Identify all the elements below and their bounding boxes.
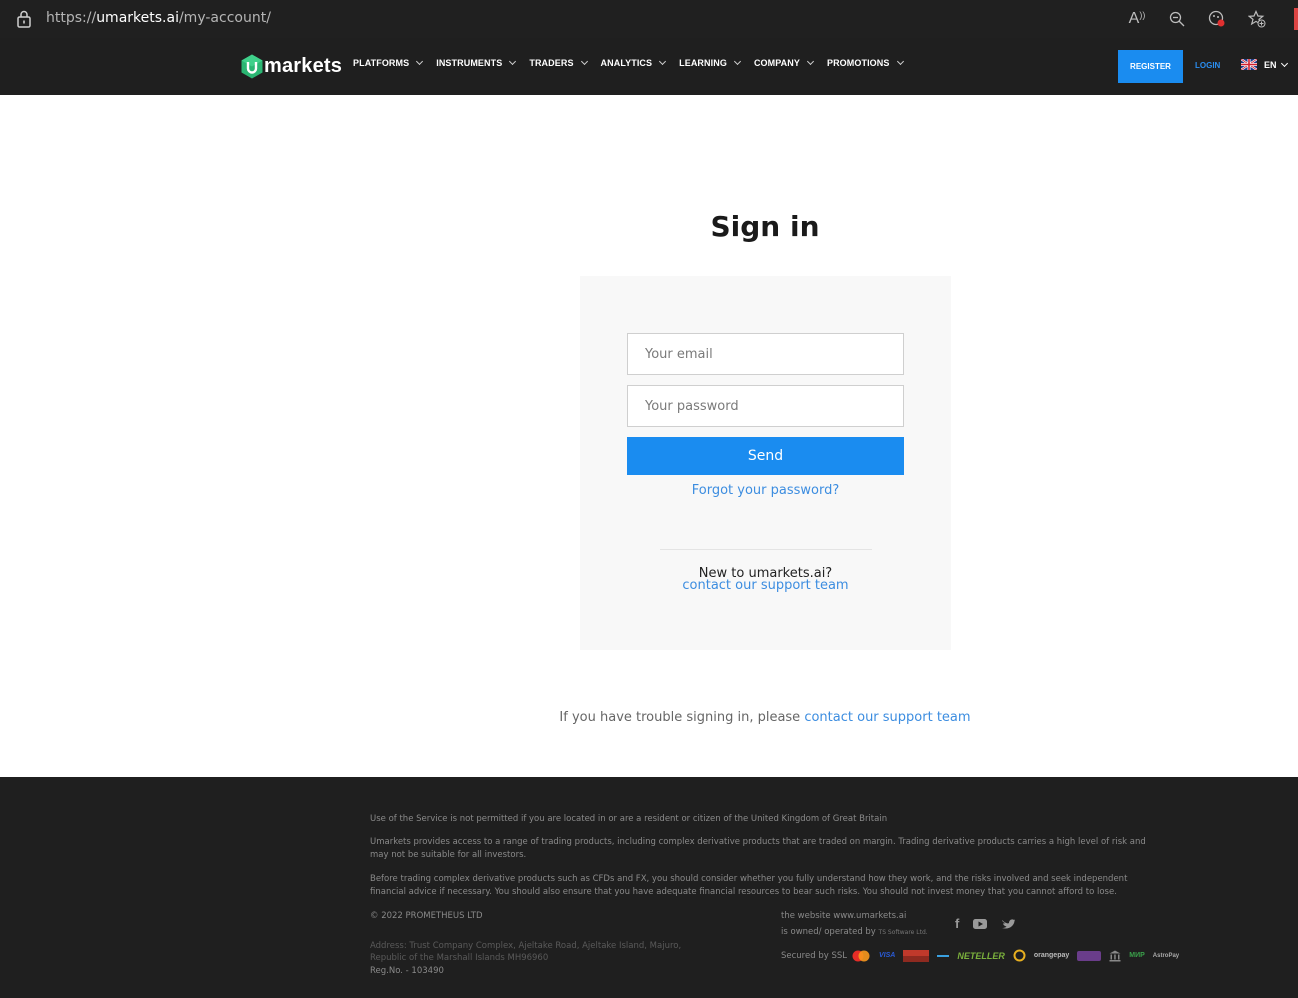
forgot-password-link[interactable]: Forgot your password? [580, 483, 951, 498]
nav-traders[interactable]: TRADERS [529, 57, 588, 68]
nav-label: COMPANY [753, 58, 800, 68]
email-field[interactable] [627, 333, 904, 375]
contact-support-link[interactable]: contact our support team [580, 578, 951, 593]
footer-owner: TS Software Ltd. [878, 929, 928, 936]
nav-label: TRADERS [529, 58, 574, 68]
trouble-text: If you have trouble signing in, please c… [0, 710, 1298, 725]
nav-platforms[interactable]: PLATFORMS [353, 57, 424, 68]
umarkets-logo[interactable]: markets [241, 52, 342, 80]
send-button[interactable]: Send [627, 437, 904, 475]
mastercard-icon [852, 950, 870, 961]
ring-icon [1013, 949, 1026, 962]
nav-analytics[interactable]: ANALYTICS [600, 57, 667, 68]
nav-label: INSTRUMENTS [436, 58, 503, 68]
language-selector[interactable]: EN [1241, 59, 1288, 70]
footer-ssl: Secured by SSL [781, 951, 847, 961]
nav-label: LEARNING [679, 58, 727, 68]
footer-website: the website www.umarkets.ai [781, 911, 907, 921]
twitter-icon[interactable] [1001, 918, 1016, 930]
signin-card: Send Forgot your password? New to umarke… [580, 276, 951, 650]
chevron-down-icon [733, 57, 741, 66]
footer-owned-label: is owned/ operated by [781, 927, 876, 937]
chevron-down-icon [659, 57, 667, 66]
orangepay-logo: orangepay [1033, 952, 1070, 959]
chevron-down-icon [896, 57, 904, 66]
astropay-logo: AstroPay [1152, 952, 1180, 959]
footer-reg-number: Reg.No. - 103490 [370, 966, 444, 976]
payment-methods: VISA NETELLER orangepay МИР AstroPay [851, 949, 1179, 962]
browser-edge-accent [1294, 8, 1298, 30]
logo-hex-icon [241, 54, 263, 78]
nav-learning[interactable]: LEARNING [679, 57, 741, 68]
favorites-icon[interactable] [1246, 8, 1268, 30]
neteller-logo: NETELLER [957, 950, 1005, 961]
register-button[interactable]: REGISTER [1118, 50, 1183, 83]
browser-toolbar: https://umarkets.ai/my-account/ A)) [0, 0, 1298, 38]
amex-icon [903, 949, 930, 962]
chevron-down-icon [580, 57, 588, 66]
footer-copyright: © 2022 PROMETHEUS LTD [370, 911, 483, 921]
uk-flag-icon [1241, 59, 1257, 70]
payment-brand-icon [1077, 950, 1102, 961]
facebook-icon[interactable]: f [955, 916, 959, 931]
visa-logo: VISA [879, 952, 896, 959]
footer-advice-notice: Before trading complex derivative produc… [370, 874, 1128, 897]
footer-uk-notice: Use of the Service is not permitted if y… [370, 814, 888, 824]
zoom-out-icon[interactable] [1166, 8, 1188, 30]
language-label: EN [1264, 59, 1277, 70]
nav-instruments[interactable]: INSTRUMENTS [436, 57, 517, 68]
nav-promotions[interactable]: PROMOTIONS [826, 57, 904, 68]
chevron-down-icon [509, 57, 517, 66]
site-footer: Use of the Service is not permitted if y… [0, 777, 1298, 998]
youtube-icon[interactable] [973, 918, 988, 929]
nav-label: PROMOTIONS [826, 58, 890, 68]
url-path: /my-account/ [178, 10, 271, 26]
chevron-down-icon [416, 57, 424, 66]
mir-logo: МИР [1129, 952, 1145, 959]
main-nav: PLATFORMS INSTRUMENTS TRADERS ANALYTICS … [353, 57, 917, 68]
url-scheme: https:// [46, 10, 97, 26]
bank-icon [1109, 950, 1121, 961]
nav-label: ANALYTICS [600, 58, 653, 68]
divider [660, 549, 872, 550]
site-header: markets PLATFORMS INSTRUMENTS TRADERS AN… [0, 38, 1298, 95]
footer-owned: is owned/ operated by TS Software Ltd. [781, 924, 928, 941]
tracking-icon[interactable] [1206, 8, 1228, 30]
login-link[interactable]: LOGIN [1195, 61, 1220, 70]
social-links: f [955, 916, 1016, 931]
trouble-support-link[interactable]: contact our support team [804, 710, 970, 725]
nav-label: PLATFORMS [353, 58, 410, 68]
chevron-down-icon [1280, 59, 1288, 67]
logo-text: markets [264, 54, 343, 77]
address-bar[interactable]: https://umarkets.ai/my-account/ [46, 10, 271, 26]
lock-icon[interactable] [16, 10, 32, 28]
chevron-down-icon [806, 57, 815, 66]
bank-transfer-icon [937, 954, 950, 957]
read-aloud-icon[interactable]: A)) [1126, 8, 1148, 30]
footer-risk-notice: Umarkets provides access to a range of t… [370, 837, 1146, 860]
trouble-label: If you have trouble signing in, please [559, 710, 805, 725]
url-host: umarkets.ai [96, 10, 179, 26]
password-field[interactable] [627, 385, 904, 427]
page-title: Sign in [710, 210, 820, 243]
nav-company[interactable]: COMPANY [753, 57, 815, 68]
